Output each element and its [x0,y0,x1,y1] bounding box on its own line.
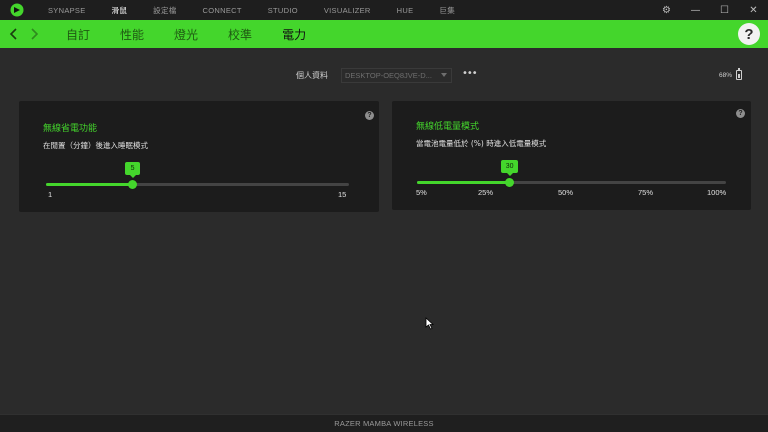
low-power-slider-thumb[interactable] [505,178,515,187]
tab-lighting[interactable]: 燈光 [174,26,198,43]
profile-dropdown-value: DESKTOP-OEQ8JVE-D... [345,71,432,80]
sub-nav-bar: 自訂 性能 燈光 校準 電力 ? [0,20,768,48]
low-power-tick-5: 5% [416,188,427,197]
topnav-item-visualizer[interactable]: VISUALIZER [324,6,371,15]
minimize-icon[interactable]: — [681,0,710,20]
sleep-help-icon[interactable]: ? [365,111,374,120]
sleep-slider-thumb[interactable] [128,180,138,189]
help-icon[interactable]: ? [738,23,760,45]
sleep-slider-value: 5 [125,162,141,178]
low-power-slider-track[interactable] [417,181,726,184]
topnav-item-macros[interactable]: 巨集 [439,5,455,16]
sleep-card-title: 無線省電功能 [43,124,98,134]
low-power-tick-25: 25% [478,188,494,197]
title-bar: SYNAPSE 滑鼠 設定檔 CONNECT STUDIO VISUALIZER… [0,0,768,20]
profile-dropdown[interactable]: DESKTOP-OEQ8JVE-D... [341,68,452,83]
window-controls: ⚙ — ☐ ✕ [652,0,768,20]
wireless-low-power-card: ? 無線低電量模式 當電池電量低於 (%) 時進入低電量模式 30 5% 25%… [392,101,751,210]
low-power-slider-fill [417,181,510,184]
maximize-icon[interactable]: ☐ [710,0,739,20]
mouse-cursor-icon [425,315,435,334]
sleep-slider-track[interactable] [46,183,349,186]
settings-gear-icon[interactable]: ⚙ [652,0,681,20]
topnav-item-studio[interactable]: STUDIO [268,6,298,15]
wireless-power-saving-card: ? 無線省電功能 在閒置（分鐘）後進入睡眠模式 5 1 15 [19,101,379,212]
battery-percent: 68% [719,71,733,79]
low-power-help-icon[interactable]: ? [736,109,745,118]
tab-calibration[interactable]: 校準 [228,26,252,43]
topnav-item-synapse[interactable]: SYNAPSE [48,6,86,15]
profile-label: 個人資料 [296,71,328,80]
sub-nav: 自訂 性能 燈光 校準 電力 [66,26,336,43]
topnav-item-connect[interactable]: CONNECT [203,6,242,15]
low-power-tick-100: 100% [707,188,727,197]
topnav-item-hue[interactable]: HUE [397,6,414,15]
topnav-item-mouse[interactable]: 滑鼠 [112,5,128,16]
status-bar: RAZER MAMBA WIRELESS [0,414,768,432]
tab-performance[interactable]: 性能 [120,26,144,43]
battery-icon [736,68,743,80]
top-nav: SYNAPSE 滑鼠 設定檔 CONNECT STUDIO VISUALIZER… [48,0,481,20]
tab-power[interactable]: 電力 [282,26,306,43]
sleep-slider-min: 1 [48,190,53,199]
chevron-down-icon [441,73,447,77]
low-power-card-title: 無線低電量模式 [416,122,480,132]
tab-customize[interactable]: 自訂 [66,26,90,43]
more-options-button[interactable]: ••• [462,68,478,79]
low-power-card-description: 當電池電量低於 (%) 時進入低電量模式 [416,139,547,148]
sleep-slider-max: 15 [338,190,347,199]
low-power-tick-50: 50% [558,188,574,197]
device-name: RAZER MAMBA WIRELESS [334,419,434,428]
razer-logo-icon[interactable] [10,3,24,17]
sleep-slider-fill [46,183,133,186]
battery-level-fill [738,74,741,78]
forward-arrow-icon[interactable] [24,20,46,48]
low-power-slider-value: 30 [501,160,519,176]
sleep-card-description: 在閒置（分鐘）後進入睡眠模式 [43,141,148,150]
topnav-item-profiles[interactable]: 設定檔 [153,5,176,16]
close-icon[interactable]: ✕ [739,0,768,20]
battery-indicator: 68% [719,68,743,80]
back-arrow-icon[interactable] [2,20,24,48]
low-power-tick-75: 75% [638,188,654,197]
